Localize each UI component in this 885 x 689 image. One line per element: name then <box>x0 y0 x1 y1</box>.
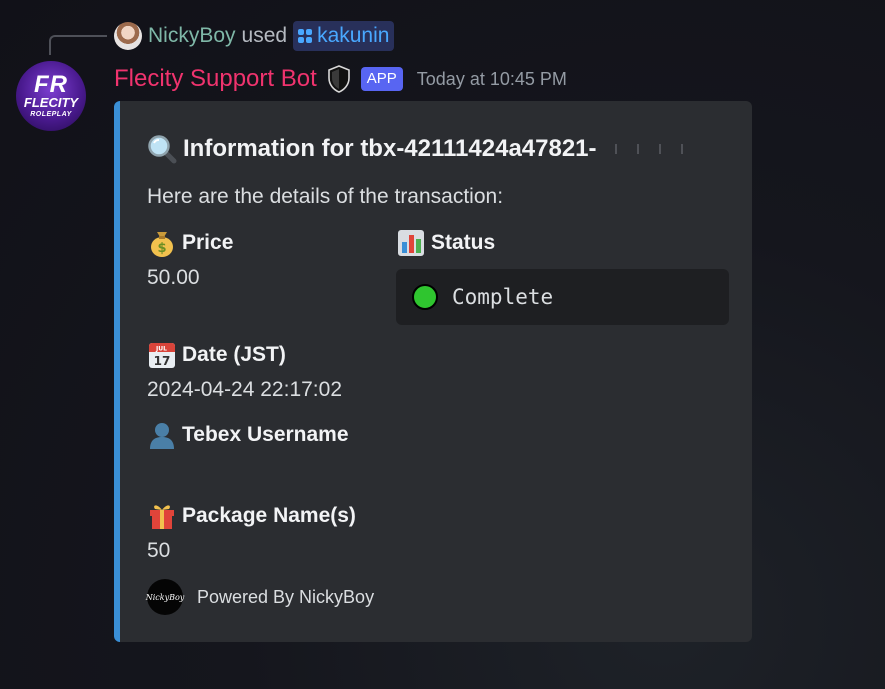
person-icon <box>147 420 177 450</box>
field-price-name: $ Price <box>147 228 233 258</box>
field-package-name: Package Name(s) <box>147 501 356 531</box>
field-date-value: 2024-04-24 22:17:02 <box>147 378 342 401</box>
gift-icon <box>147 501 177 531</box>
avatar-logo-line1: FR <box>34 70 68 98</box>
redacted-id-blur <box>606 144 691 154</box>
calendar-day: 17 <box>154 354 171 368</box>
avatar-logo-line2: FLECITY <box>23 94 79 110</box>
field-username-name: Tebex Username <box>147 420 349 450</box>
field-date-label: Date (JST) <box>182 343 286 366</box>
command-name: kakunin <box>317 24 390 47</box>
app-badge: APP <box>360 67 403 91</box>
svg-text:$: $ <box>157 241 166 256</box>
bot-avatar[interactable]: FR FLECITY ROLEPLAY <box>16 61 86 131</box>
footer-logo-icon: NickyBoy <box>146 579 184 615</box>
status-value: Complete <box>452 285 554 309</box>
field-price-label: Price <box>182 231 234 254</box>
reply-username[interactable]: NickyBoy <box>148 24 236 48</box>
calendar-icon: JUL 17 <box>147 340 177 370</box>
embed-card: Information for tbx-42111424a47821- Here… <box>114 101 752 642</box>
magnifying-glass-icon <box>147 134 177 164</box>
embed-footer: NickyBoy Powered By NickyBoy <box>146 579 375 615</box>
status-code-block: Complete <box>396 269 729 325</box>
money-bag-icon: $ <box>147 228 177 258</box>
embed-title-text: Information for tbx-42111424a47821- <box>183 135 597 162</box>
calendar-month: JUL <box>155 346 167 353</box>
reply-user-avatar[interactable] <box>114 22 142 50</box>
message-timestamp[interactable]: Today at 10:45 PM <box>417 69 567 90</box>
bot-name[interactable]: Flecity Support Bot <box>114 65 317 93</box>
green-circle-icon <box>412 284 438 310</box>
field-package-label: Package Name(s) <box>182 504 356 527</box>
reply-used-text: used <box>241 24 288 47</box>
field-status-label: Status <box>431 231 496 254</box>
reply-preview[interactable]: NickyBoy used kakunin <box>114 20 395 52</box>
message-header: Flecity Support Bot APP Today at 10:45 P… <box>114 62 567 96</box>
app-command-icon <box>298 29 313 43</box>
field-username-label: Tebex Username <box>182 423 349 446</box>
shield-icon[interactable] <box>327 65 351 93</box>
field-price-value: 50.00 <box>147 266 200 289</box>
avatar-logo-line3: ROLEPLAY <box>30 110 72 118</box>
footer-text: Powered By NickyBoy <box>197 586 375 607</box>
field-package-value: 50 <box>147 539 171 562</box>
embed-description: Here are the details of the transaction: <box>147 185 504 208</box>
command-chip[interactable]: kakunin <box>293 21 395 51</box>
field-date-name: JUL 17 Date (JST) <box>147 340 286 370</box>
reply-connector <box>49 35 107 55</box>
bar-chart-icon <box>396 228 426 258</box>
embed-title: Information for tbx-42111424a47821- <box>147 134 691 164</box>
field-status-name: Status <box>396 228 495 258</box>
